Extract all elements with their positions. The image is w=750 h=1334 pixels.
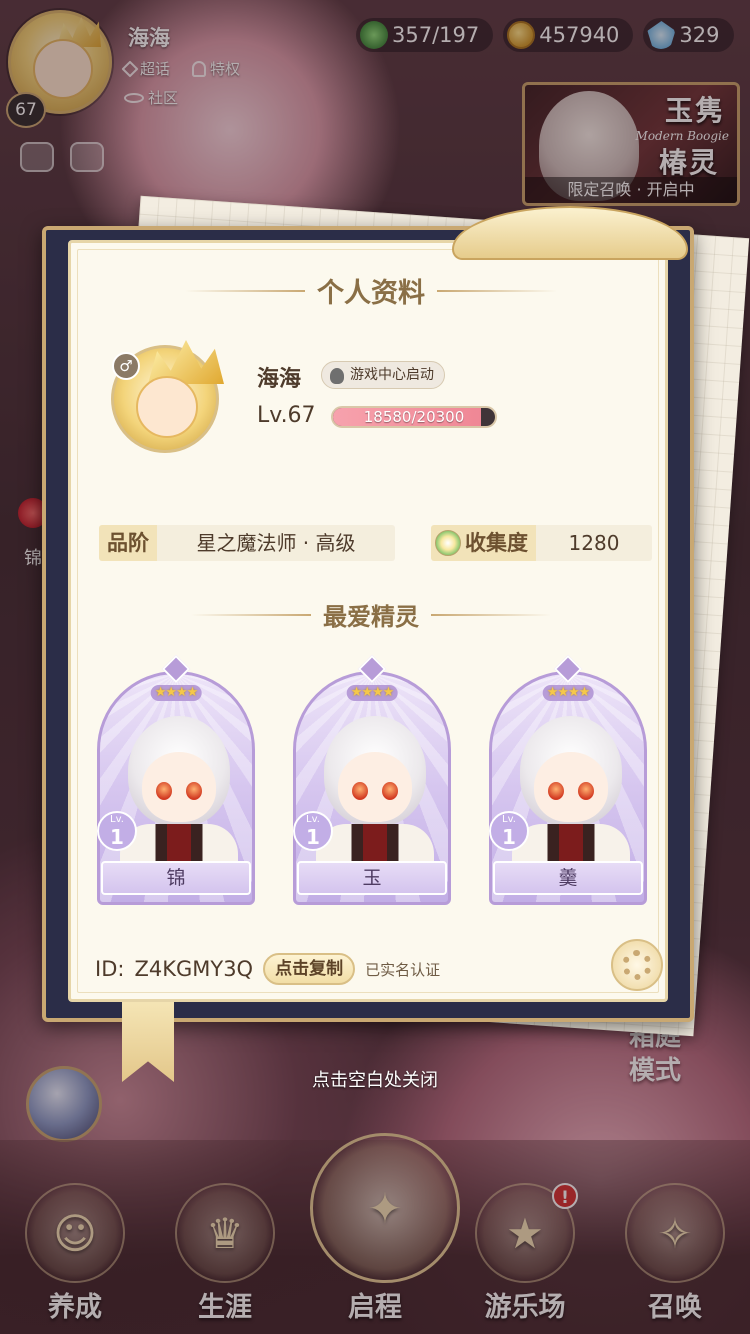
rank-value: 星之魔法师 · 高级 <box>157 525 395 561</box>
avatar-face <box>136 376 198 438</box>
profile-level: Lv.67 <box>257 403 316 428</box>
favorite-spirit-card[interactable]: ★★★★ Lv. 1 玉 <box>293 654 451 905</box>
star-rating: ★★★★ <box>150 685 202 701</box>
flourish-left <box>191 608 311 622</box>
level-prefix: Lv. <box>306 814 320 825</box>
exp-bar: 18580/20300 <box>331 406 497 428</box>
collection-label: 收集度 <box>465 531 528 555</box>
rank-label: 品阶 <box>99 525 157 561</box>
spirit-eye <box>352 782 368 800</box>
level-number: 1 <box>502 825 516 849</box>
flourish-right <box>437 284 557 298</box>
profile-name: 海海 <box>257 367 302 392</box>
profile-card: 个人资料 ♂ 海海 游戏中心启动 Lv.67 18580/20300 品阶 星之… <box>68 240 668 1002</box>
id-value: Z4KGMY3Q <box>134 957 254 981</box>
copy-id-button[interactable]: 点击复制 <box>263 953 356 985</box>
collection-value: 1280 <box>536 525 652 561</box>
profile-title-text: 个人资料 <box>317 278 425 309</box>
spirit-name: 玉 <box>297 861 447 895</box>
spirit-eye <box>382 782 398 800</box>
spirit-eye <box>186 782 202 800</box>
spirit-name: 锦 <box>101 861 251 895</box>
star-rating: ★★★★ <box>542 685 594 701</box>
favorite-spirits: ★★★★ Lv. 1 锦 ★★★★ Lv. 1 玉 ★★★★ Lv. 1 羹 <box>97 654 647 905</box>
id-label: ID: <box>95 957 125 981</box>
spirit-level-badge: Lv. 1 <box>97 811 137 851</box>
spirit-level-badge: Lv. 1 <box>293 811 333 851</box>
spirit-face <box>142 752 216 822</box>
favorites-title: 最爱精灵 <box>71 597 671 632</box>
favorites-title-text: 最爱精灵 <box>323 603 419 631</box>
spirit-level-badge: Lv. 1 <box>489 811 529 851</box>
level-prefix: Lv. <box>110 814 124 825</box>
profile-title: 个人资料 <box>71 271 671 310</box>
spirit-name: 羹 <box>493 861 643 895</box>
verified-label: 已实名认证 <box>365 960 441 979</box>
flower-icon <box>435 530 461 556</box>
gender-icon: ♂ <box>112 352 140 380</box>
flourish-left <box>185 284 305 298</box>
gear-icon <box>622 950 652 980</box>
level-number: 1 <box>110 825 124 849</box>
favorite-spirit-card[interactable]: ★★★★ Lv. 1 羹 <box>489 654 647 905</box>
collection-label-wrap: 收集度 <box>431 525 536 561</box>
spirit-eye <box>156 782 172 800</box>
spirit-eye <box>548 782 564 800</box>
spirit-eye <box>578 782 594 800</box>
level-number: 1 <box>306 825 320 849</box>
collection-row: 收集度 1280 <box>431 525 652 561</box>
close-hint: 点击空白处关闭 <box>312 1070 438 1091</box>
level-prefix: Lv. <box>502 814 516 825</box>
star-rating: ★★★★ <box>346 685 398 701</box>
id-row: ID: Z4KGMY3Q 点击复制 已实名认证 <box>95 953 440 985</box>
spirit-face <box>534 752 608 822</box>
exp-text: 18580/20300 <box>363 408 465 426</box>
game-center-badge[interactable]: 游戏中心启动 <box>321 361 445 389</box>
flourish-right <box>431 608 551 622</box>
favorite-spirit-card[interactable]: ★★★★ Lv. 1 锦 <box>97 654 255 905</box>
spirit-face <box>338 752 412 822</box>
settings-button[interactable] <box>611 939 663 991</box>
profile-avatar[interactable]: ♂ <box>111 340 224 453</box>
rank-row: 品阶 星之魔法师 · 高级 <box>99 525 395 561</box>
